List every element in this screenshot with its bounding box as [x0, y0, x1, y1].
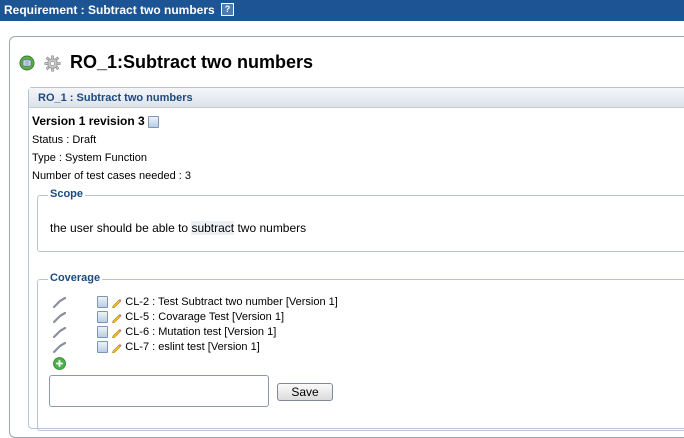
requirement-icon [19, 55, 35, 71]
scope-text-before: the user should be able to [50, 221, 192, 235]
scope-legend: Scope [48, 188, 86, 200]
unlink-icon[interactable] [52, 311, 67, 323]
unlink-icon[interactable] [52, 296, 67, 308]
test-cases-label: Number of test cases needed : 3 [32, 170, 191, 182]
pencil-icon[interactable] [111, 312, 122, 323]
document-icon[interactable] [148, 115, 160, 128]
window-titlebar: Requirement : Subtract two numbers ? [0, 0, 684, 21]
requirement-heading: RO_1:Subtract two numbers [19, 47, 313, 77]
coverage-item: CL-6 : Mutation test [Version 1] [52, 326, 276, 339]
scope-text: the user should be able to subtract two … [50, 221, 306, 235]
coverage-legend: Coverage [48, 272, 103, 284]
version-label: Version 1 revision 3 [32, 114, 145, 128]
document-icon[interactable] [97, 326, 109, 339]
scope-text-highlight: subtract [191, 221, 235, 235]
document-icon[interactable] [97, 341, 109, 354]
coverage-item: CL-7 : eslint test [Version 1] [52, 341, 260, 354]
coverage-input[interactable] [49, 375, 269, 407]
status-label: Status : Draft [32, 134, 97, 146]
scope-text-after: two numbers [234, 221, 307, 235]
panel-title: RO_1 : Subtract two numbers [29, 88, 684, 108]
help-icon[interactable]: ? [221, 3, 235, 17]
save-button[interactable]: Save [277, 383, 333, 401]
pencil-icon[interactable] [111, 297, 122, 308]
coverage-item-label[interactable]: CL-6 : Mutation test [Version 1] [125, 326, 276, 338]
window-title: Requirement : Subtract two numbers [4, 3, 215, 17]
document-icon[interactable] [97, 296, 109, 309]
document-icon[interactable] [97, 311, 109, 324]
pencil-icon[interactable] [111, 327, 122, 338]
unlink-icon[interactable] [52, 326, 67, 338]
pencil-icon[interactable] [111, 342, 122, 353]
coverage-item: CL-2 : Test Subtract two number [Version… [52, 296, 338, 309]
gear-icon [44, 55, 61, 72]
type-label: Type : System Function [32, 152, 147, 164]
unlink-icon[interactable] [52, 341, 67, 353]
coverage-item-label[interactable]: CL-5 : Covarage Test [Version 1] [125, 311, 284, 323]
coverage-item-label[interactable]: CL-2 : Test Subtract two number [Version… [125, 296, 338, 308]
page-title: RO_1:Subtract two numbers [70, 52, 314, 72]
coverage-item-label[interactable]: CL-7 : eslint test [Version 1] [125, 341, 260, 353]
add-icon[interactable] [53, 357, 66, 370]
version-line: Version 1 revision 3 [32, 114, 160, 128]
coverage-item: CL-5 : Covarage Test [Version 1] [52, 311, 284, 324]
